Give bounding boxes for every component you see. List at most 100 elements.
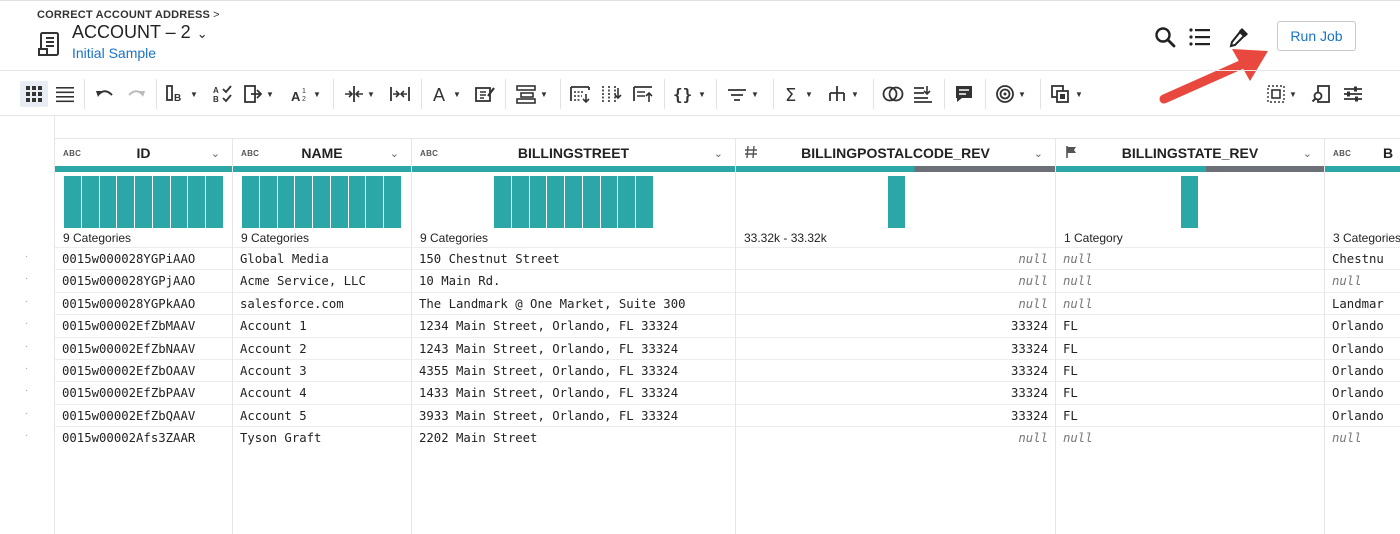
table-cell[interactable]: 0015w00002EfZbNAAV [55, 336, 232, 359]
histogram-bar[interactable] [277, 176, 295, 228]
row-marker[interactable]: · [25, 408, 28, 419]
table-cell[interactable]: FL [1056, 358, 1324, 381]
column-header-label[interactable]: BILLINGSTREET [412, 145, 735, 161]
table-cell[interactable]: Orlando [1325, 314, 1400, 336]
chevron-down-icon[interactable]: ⌄ [1034, 147, 1043, 160]
histogram-bar[interactable] [330, 176, 348, 228]
table-cell[interactable]: 0015w000028YGPiAAO [55, 247, 232, 269]
table-cell[interactable]: 0015w00002Afs3ZAAR [55, 426, 232, 448]
format-button[interactable] [474, 81, 496, 107]
table-cell[interactable]: salesforce.com [233, 291, 411, 314]
histogram-bar[interactable] [565, 176, 582, 228]
column-header[interactable]: ABC ID ⌄ [55, 138, 232, 166]
histogram-bar[interactable] [1181, 176, 1198, 228]
split-button[interactable]: ▼ [344, 81, 375, 107]
filter-rows-button[interactable] [569, 81, 591, 107]
table-cell[interactable]: Account 2 [233, 336, 411, 359]
table-cell[interactable]: 0015w00002EfZbPAAV [55, 381, 232, 403]
column-id[interactable]: ABC ID ⌄ 9 Categories 0015w000028YGPiAAO 0015… [55, 138, 233, 534]
data-quality-bar[interactable] [1056, 166, 1324, 172]
column-header-label[interactable]: BILLINGPOSTALCODE_REV [736, 145, 1055, 161]
run-job-button[interactable]: Run Job [1277, 21, 1356, 51]
table-cell[interactable]: 0015w000028YGPjAAO [55, 269, 232, 291]
column-header[interactable]: ABC B [1325, 138, 1400, 166]
table-cell[interactable]: 0015w000028YGPkAAO [55, 291, 232, 314]
target-button[interactable]: ▼ [995, 81, 1026, 107]
replace-button[interactable] [601, 81, 623, 107]
histogram-bar[interactable] [206, 176, 223, 228]
histogram-bar[interactable] [64, 176, 81, 228]
table-cell[interactable]: 0015w00002EfZbQAAV [55, 403, 232, 426]
table-cell[interactable]: 3933 Main Street, Orlando, FL 33324 [412, 403, 735, 426]
chevron-down-icon[interactable]: ⌄ [1303, 147, 1312, 160]
column-name[interactable]: ABC NAME ⌄ 9 Categories Global Media Acme Ser… [233, 138, 412, 534]
histogram-bar[interactable] [188, 176, 206, 228]
table-cell[interactable]: 150 Chestnut Street [412, 247, 735, 269]
histogram-bar[interactable] [313, 176, 330, 228]
table-cell[interactable]: null [1325, 269, 1400, 291]
column-histogram[interactable] [233, 176, 411, 231]
histogram-bar[interactable] [99, 176, 117, 228]
table-cell[interactable]: FL [1056, 336, 1324, 359]
nested-button[interactable]: {} ▼ [673, 81, 706, 107]
chevron-down-icon[interactable]: ⌄ [197, 26, 208, 41]
column-billingpostalcode-rev[interactable]: BILLINGPOSTALCODE_REV ⌄ 33.32k - 33.32k nul… [736, 138, 1056, 534]
sample-link[interactable]: Initial Sample [72, 45, 156, 61]
hierarchy-button[interactable]: ▼ [826, 81, 859, 107]
column-histogram[interactable] [1056, 176, 1324, 231]
text-button[interactable]: A ▼ [432, 81, 461, 107]
extract-button[interactable] [632, 81, 654, 107]
sort-button[interactable]: A 1 2 ▼ [290, 81, 321, 107]
table-cell[interactable]: 1433 Main Street, Orlando, FL 33324 [412, 381, 735, 403]
histogram-bar[interactable] [600, 176, 618, 228]
histogram-bar[interactable] [618, 176, 636, 228]
column-header-label[interactable]: NAME [233, 145, 411, 161]
histogram-bar[interactable] [582, 176, 600, 228]
grid-view-button[interactable] [20, 81, 48, 107]
table-cell[interactable]: null [1056, 291, 1324, 314]
column-histogram[interactable] [412, 176, 735, 231]
histogram-bar[interactable] [295, 176, 313, 228]
histogram-bar[interactable] [384, 176, 401, 228]
table-cell[interactable]: 33324 [736, 358, 1055, 381]
redo-button[interactable] [126, 81, 146, 107]
union-button[interactable] [912, 81, 934, 107]
table-cell[interactable]: FL [1056, 403, 1324, 426]
histogram-bar[interactable] [366, 176, 384, 228]
table-cell[interactable]: Account 3 [233, 358, 411, 381]
table-cell[interactable]: Orlando [1325, 381, 1400, 403]
checklist-button[interactable]: AB [212, 81, 234, 107]
table-cell[interactable]: Account 5 [233, 403, 411, 426]
filter-button[interactable]: ▼ [726, 81, 759, 107]
chevron-down-icon[interactable]: ⌄ [211, 147, 220, 160]
chevron-down-icon[interactable]: ⌄ [390, 147, 399, 160]
chevron-down-icon[interactable]: ⌄ [714, 147, 723, 160]
table-cell[interactable]: The Landmark @ One Market, Suite 300 [412, 291, 735, 314]
table-cell[interactable]: null [1056, 247, 1324, 269]
table-cell[interactable]: 10 Main Rd. [412, 269, 735, 291]
table-cell[interactable]: Landmar [1325, 291, 1400, 314]
histogram-bar[interactable] [259, 176, 277, 228]
lookup-button[interactable] [1311, 81, 1331, 107]
histogram-bar[interactable] [242, 176, 259, 228]
table-cell[interactable]: null [736, 291, 1055, 314]
table-cell[interactable]: Account 1 [233, 314, 411, 336]
column-header[interactable]: BILLINGSTATE_REV ⌄ [1056, 138, 1324, 166]
table-cell[interactable]: Global Media [233, 247, 411, 269]
column-histogram[interactable] [1325, 176, 1400, 231]
histogram-bar[interactable] [511, 176, 529, 228]
breadcrumb[interactable]: CORRECT ACCOUNT ADDRESS > [37, 9, 220, 21]
list-view-button[interactable] [55, 81, 75, 107]
column-header[interactable]: BILLINGPOSTALCODE_REV ⌄ [736, 138, 1055, 166]
histogram-bar[interactable] [348, 176, 366, 228]
column-header[interactable]: ABC NAME ⌄ [233, 138, 411, 166]
page-title[interactable]: ACCOUNT – 2 ⌄ [72, 22, 208, 43]
table-cell[interactable]: 0015w00002EfZbOAAV [55, 358, 232, 381]
histogram-bar[interactable] [135, 176, 152, 228]
table-cell[interactable]: 0015w00002EfZbMAAV [55, 314, 232, 336]
table-cell[interactable]: 33324 [736, 403, 1055, 426]
table-cell[interactable]: null [736, 426, 1055, 448]
table-cell[interactable]: 1234 Main Street, Orlando, FL 33324 [412, 314, 735, 336]
table-cell[interactable]: 33324 [736, 381, 1055, 403]
column-header-label[interactable]: B [1383, 145, 1400, 161]
